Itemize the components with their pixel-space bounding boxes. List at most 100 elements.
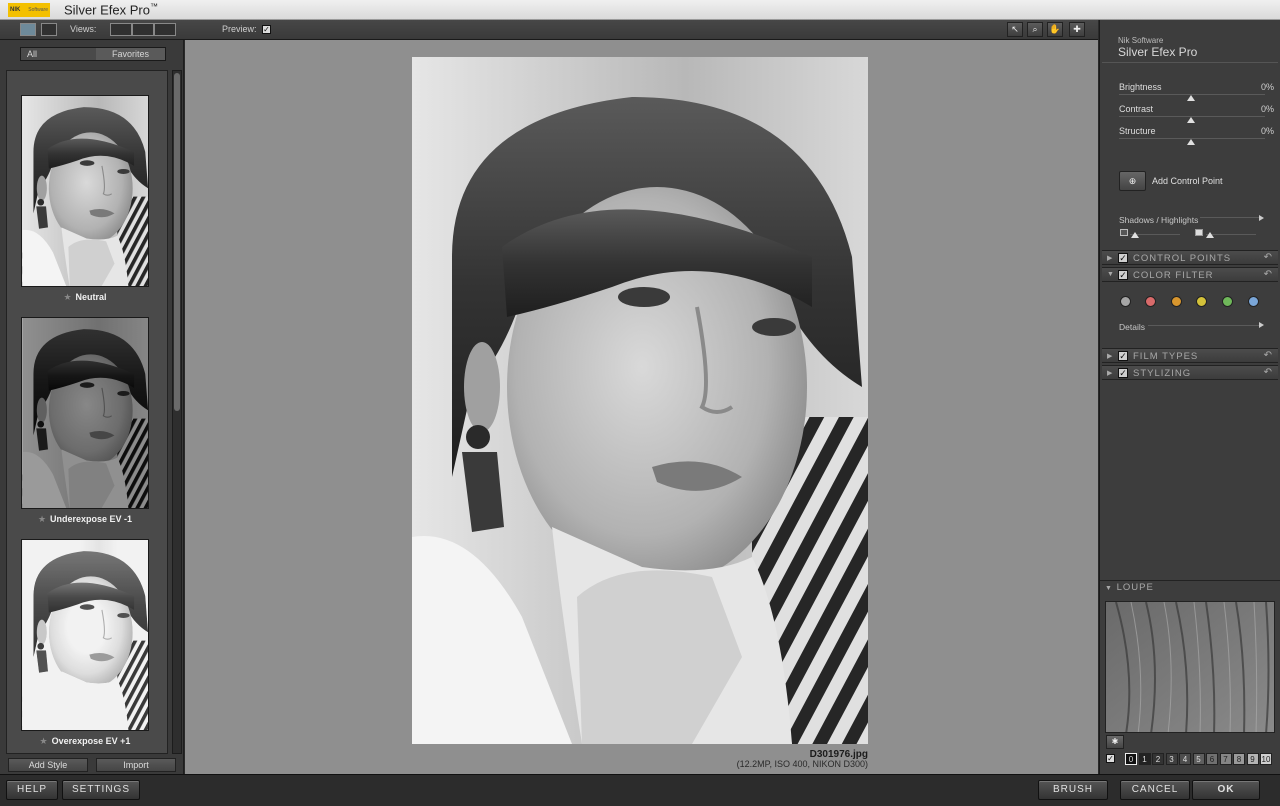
loupe-pin-icon[interactable]: ✱ (1106, 735, 1124, 749)
ok-button[interactable]: OK (1192, 780, 1260, 800)
loupe-checkbox[interactable]: ✓ (1106, 754, 1115, 763)
brightness-slider-handle[interactable] (1187, 95, 1195, 101)
top-toolbar: Views: Preview: ✓ ↖ ⌕ ✋ ✚ (0, 20, 1098, 40)
reset-icon[interactable]: ↶ (1264, 269, 1272, 280)
color-filter-blue[interactable] (1248, 296, 1259, 307)
single-view-button[interactable] (110, 23, 132, 36)
shadows-slider-handle[interactable] (1131, 232, 1139, 238)
section-checkbox[interactable]: ✓ (1118, 253, 1128, 263)
preset-name: Overexpose EV +1 (51, 736, 131, 746)
section-checkbox[interactable]: ✓ (1118, 368, 1128, 378)
shadows-highlights-divider (1200, 217, 1260, 218)
favorite-star-icon[interactable]: ★ (63, 292, 71, 302)
preset-item[interactable]: ★ Underexpose EV -1 (21, 317, 149, 525)
preset-scroll-thumb[interactable] (174, 73, 180, 411)
expanded-arrow-icon[interactable]: ▼ (1105, 585, 1113, 592)
single-thumbnail-view-icon[interactable] (20, 23, 36, 36)
preview-checkbox[interactable]: ✓ (262, 25, 271, 34)
color-filter-red[interactable] (1145, 296, 1156, 307)
zoom-level-0[interactable]: 0 (1125, 753, 1137, 765)
pointer-icon[interactable]: ↖ (1007, 22, 1023, 37)
favorite-star-icon[interactable]: ★ (40, 736, 48, 746)
preset-thumbnail[interactable] (21, 95, 149, 287)
preset-scrollbar[interactable] (172, 70, 182, 754)
shadows-icon (1120, 229, 1128, 236)
loupe-title: LOUPE (1116, 582, 1154, 593)
loupe-view[interactable] (1105, 601, 1275, 733)
add-control-point-button[interactable]: ⊕ (1119, 171, 1146, 191)
preset-label: ★ Neutral (21, 292, 149, 303)
import-button[interactable]: Import (96, 758, 176, 772)
zoom-level-3[interactable]: 3 (1165, 753, 1178, 765)
presets-panel: All Favorites ★ Neutral ★ Underexpose EV -… (0, 40, 184, 774)
zoom-level-10[interactable]: 10 (1260, 753, 1272, 765)
highlights-slider-handle[interactable] (1206, 232, 1214, 238)
section-title: FILM TYPES (1133, 351, 1199, 362)
collapsed-arrow-icon[interactable]: ▶ (1107, 352, 1112, 360)
split-view-button[interactable] (132, 23, 154, 36)
contrast-label: Contrast (1119, 104, 1154, 114)
logo-subtext: Software (28, 6, 48, 13)
structure-value: 0% (1260, 126, 1274, 136)
collapsed-arrow-icon[interactable]: ▶ (1107, 254, 1112, 262)
expanded-arrow-icon[interactable]: ▼ (1107, 271, 1114, 278)
window-title: Silver Efex Pro™ (64, 2, 158, 17)
collapsed-arrow-icon[interactable]: ▶ (1107, 369, 1112, 377)
highlights-icon (1195, 229, 1203, 236)
section-film-types[interactable]: ▶ ✓ FILM TYPES ↶ (1102, 348, 1278, 363)
preset-thumbnail[interactable] (21, 317, 149, 509)
side-by-side-view-button[interactable] (154, 23, 176, 36)
tab-favorites[interactable]: Favorites (96, 48, 165, 60)
color-filter-neutral[interactable] (1120, 296, 1131, 307)
adjustments-panel: Nik Software Silver Efex Pro Brightness … (1099, 20, 1280, 774)
preset-list[interactable]: ★ Neutral ★ Underexpose EV -1 ★ Overexpose … (6, 70, 168, 754)
help-button[interactable]: HELP (6, 780, 58, 800)
hand-icon[interactable]: ✋ (1047, 22, 1063, 37)
preview-canvas[interactable]: D301976.jpg (12.2MP, ISO 400, NIKON D300… (185, 40, 1098, 774)
structure-slider-handle[interactable] (1187, 139, 1195, 145)
zoom-level-7[interactable]: 7 (1219, 753, 1232, 765)
zoom-level-4[interactable]: 4 (1179, 753, 1191, 765)
reset-icon[interactable]: ↶ (1264, 252, 1272, 263)
preset-thumbnail[interactable] (21, 539, 149, 731)
reset-icon[interactable]: ↶ (1264, 367, 1272, 378)
expand-arrow-icon[interactable] (1259, 215, 1264, 221)
preview-image[interactable] (412, 57, 868, 744)
expand-arrow-icon[interactable] (1259, 322, 1264, 328)
section-checkbox[interactable]: ✓ (1118, 270, 1128, 280)
logo-text: NIK (10, 6, 21, 13)
favorite-star-icon[interactable]: ★ (38, 514, 46, 524)
preset-label: ★ Overexpose EV +1 (21, 736, 149, 747)
file-info: (12.2MP, ISO 400, NIKON D300) (736, 759, 868, 769)
preset-item[interactable]: ★ Overexpose EV +1 (21, 539, 149, 747)
section-checkbox[interactable]: ✓ (1118, 351, 1128, 361)
zoom-level-1[interactable]: 1 (1138, 753, 1151, 765)
reset-icon[interactable]: ↶ (1264, 350, 1272, 361)
section-stylizing[interactable]: ▶ ✓ STYLIZING ↶ (1102, 365, 1278, 380)
section-control-points[interactable]: ▶ ✓ CONTROL POINTS ↶ (1102, 250, 1278, 265)
contrast-slider-handle[interactable] (1187, 117, 1195, 123)
zoom-level-8[interactable]: 8 (1233, 753, 1245, 765)
cancel-button[interactable]: CANCEL (1120, 780, 1190, 800)
nik-logo: NIK Software (8, 2, 50, 17)
zoom-level-9[interactable]: 9 (1246, 753, 1259, 765)
loupe-header[interactable]: ▼ LOUPE (1100, 580, 1280, 594)
control-point-tool-icon[interactable]: ✚ (1069, 22, 1085, 37)
tab-all[interactable]: All (21, 48, 96, 60)
zoom-level-5[interactable]: 5 (1192, 753, 1205, 765)
zoom-icon[interactable]: ⌕ (1027, 22, 1043, 37)
details-label[interactable]: Details (1119, 322, 1145, 332)
color-filter-yellow[interactable] (1196, 296, 1207, 307)
grid-thumbnail-view-icon[interactable] (41, 23, 57, 36)
settings-button[interactable]: SETTINGS (62, 780, 140, 800)
section-color-filter[interactable]: ▼ ✓ COLOR FILTER ↶ (1102, 267, 1278, 282)
color-filter-orange[interactable] (1171, 296, 1182, 307)
add-style-button[interactable]: Add Style (8, 758, 88, 772)
color-filter-green[interactable] (1222, 296, 1233, 307)
title-bar: NIK Software Silver Efex Pro™ (0, 0, 1280, 20)
zoom-level-2[interactable]: 2 (1152, 753, 1164, 765)
zoom-level-6[interactable]: 6 (1206, 753, 1218, 765)
section-title: COLOR FILTER (1133, 270, 1214, 281)
preset-item[interactable]: ★ Neutral (21, 95, 149, 303)
brush-button[interactable]: BRUSH (1038, 780, 1108, 800)
